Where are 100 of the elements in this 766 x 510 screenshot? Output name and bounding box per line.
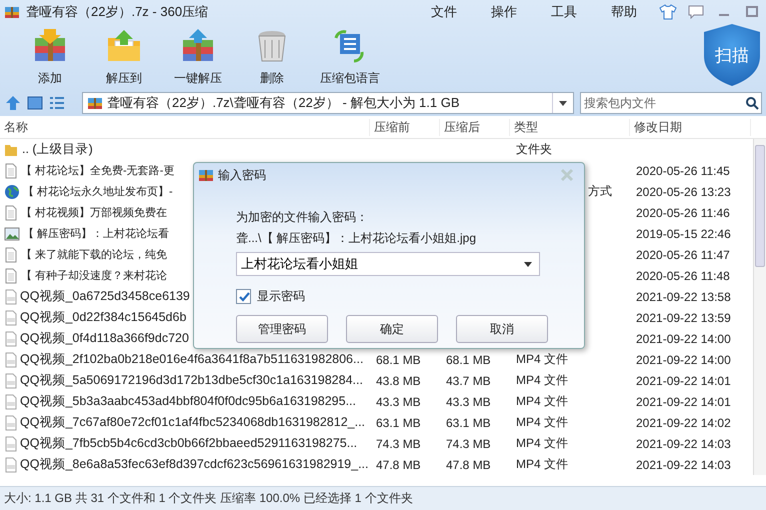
table-cell-text: 2021-09-22 14:03 [635,458,732,472]
file-name[interactable]: QQ视频_5b3a3aabc453ad4bbf804f0f0dc95b6a163198295... [20,393,356,410]
document-icon [4,162,18,178]
table-cell-text: 2021-09-22 14:00 [635,352,732,366]
table-cell-text: 2020-05-26 11:46 [635,206,731,220]
file-name[interactable]: QQ视频_0d22f384c15645d6b [20,309,186,326]
video-file-icon [4,456,18,472]
file-name[interactable]: 【 村花论坛永久地址发布页】- [23,184,173,199]
file-name[interactable]: QQ视频_2f102ba0b218e016e4f6a3641f8a7b511631982806... [20,351,364,368]
folder-icon [4,142,18,156]
video-file-icon [4,394,18,410]
up-arrow-icon[interactable] [4,94,22,112]
file-name[interactable]: 【 来了就能下载的论坛，纯免 [21,247,168,262]
file-name[interactable]: QQ视频_7fb5cb5b4c6cd3cb0b66f2bbaeed5291163198275... [20,435,358,452]
scrollbar[interactable] [753,139,766,475]
table-cell-text: 2020-05-26 11:45 [635,164,731,178]
dialog-button[interactable]: 管理密码 [236,315,328,343]
window-title: 聋哑有容（22岁）.7z - 360压缩 [26,3,208,21]
file-name[interactable]: QQ视频_8e6a8a53fec63ef8d397cdcf623c56961631982919_... [20,456,369,473]
file-name[interactable]: QQ视频_5a5069172196d3d172b13dbe5cf30c1a163198284... [20,372,363,389]
list-view-icon[interactable] [48,94,66,112]
menu-item[interactable]: 文件 [414,3,474,21]
file-name[interactable]: 【 村花论坛】全免费-无套路-更 [21,163,174,178]
scan-button[interactable]: 扫描 [704,24,760,86]
caret-icon [559,100,567,106]
table-cell-text: MP4 文件 [515,414,570,431]
archive-add-icon [32,28,68,64]
path-combobox[interactable]: 聋哑有容（22岁）.7z\聋哑有容（22岁） - 解包大小为 1.1 GB [82,92,574,114]
table-cell-text: MP4 文件 [515,372,570,389]
toolbar-button[interactable]: 添加 [18,24,82,88]
menu-item[interactable]: 帮助 [594,3,654,21]
video-file-icon [4,310,18,326]
table-cell-text: 2019-05-15 22:46 [635,226,732,240]
column-header[interactable]: 名称 [0,118,370,136]
video-file-icon [4,352,18,368]
column-header[interactable]: 压缩后 [440,118,510,136]
table-cell-text: 63.1 MB [445,416,492,430]
table-cell-text: 74.3 MB [375,436,422,450]
video-file-icon [4,436,18,452]
file-name[interactable]: 【 解压密码】：上村花论坛看 [23,226,170,241]
table-cell-text: 2021-09-22 13:59 [635,310,732,324]
table-cell-text: 47.8 MB [375,458,422,472]
menu-item[interactable]: 操作 [474,3,534,21]
dialog-button[interactable]: 取消 [456,315,548,343]
toolbar-button[interactable]: 删除 [240,24,304,88]
archive-icon [87,95,103,111]
toolbar-button[interactable]: 解压到 [92,24,156,88]
table-cell-text: MP4 文件 [515,351,570,368]
password-field[interactable]: 上村花论坛看小姐姐 [236,252,540,276]
toolbar-button[interactable]: 压缩包语言 [314,24,386,88]
column-header[interactable]: 类型 [510,118,630,136]
table-cell-text: 2021-09-22 14:01 [635,374,732,388]
column-header[interactable]: 修改日期 [630,118,751,136]
table-cell-text: 74.3 MB [445,436,492,450]
table-cell-text: 68.1 MB [375,352,422,366]
table-cell-text: 2020-05-26 11:47 [635,248,731,262]
document-icon [4,268,18,284]
table-cell-text: MP4 文件 [515,393,570,410]
table-cell-text: 2021-09-22 14:00 [635,332,732,346]
file-path-text: 聋...\【 解压密码】：上村花论坛看小姐姐.jpg [236,230,478,247]
file-name[interactable]: .. (上级目录) [22,141,93,158]
video-file-icon [4,414,18,430]
file-name[interactable]: QQ视频_0a6725d3458ce6139 [20,288,190,305]
column-header[interactable]: 压缩前 [370,118,440,136]
folder-icon [106,28,142,64]
globe-icon [4,184,20,200]
table-cell-text: 47.8 MB [445,458,492,472]
document-icon [4,246,18,262]
toolbar-button[interactable]: 一键解压 [166,24,230,88]
status-bar: 大小: 1.1 GB 共 31 个文件和 1 个文件夹 压缩率 100.0% 已经选择 1 个文件夹 [0,486,766,510]
thumbnail-view-icon[interactable] [26,94,44,112]
dialog-button[interactable]: 确定 [346,315,438,343]
search-field[interactable]: 搜索包内文件 [580,92,762,114]
file-name[interactable]: 【 有种子却没速度？来村花论 [21,268,168,283]
table-cell-text: 2021-09-22 14:01 [635,394,732,408]
table-cell-text: 2021-09-22 14:03 [635,436,732,450]
caret-icon[interactable] [524,262,532,267]
table-cell-text: 2021-09-22 13:58 [635,290,732,304]
search-icon [745,96,759,110]
table-cell-text: 68.1 MB [445,352,492,366]
file-name[interactable]: QQ视频_0f4d118a366f9dc720 [20,330,189,347]
video-file-icon [4,288,18,304]
video-file-icon [4,330,18,346]
checkbox[interactable] [236,289,251,304]
document-icon [4,204,18,220]
archive-extract-icon [180,28,216,64]
table-cell-text: 43.3 MB [375,394,422,408]
image-icon [4,226,20,240]
file-name[interactable]: QQ视频_7c67af80e72cf01c1af4fbc5234068db1631982812_... [20,414,366,431]
table-cell-text: MP4 文件 [515,435,570,452]
checkbox-label[interactable]: 显示密码 [257,288,305,305]
file-name[interactable]: 【 村花视频】万部视频免费在 [21,205,168,220]
table-cell-text: 2020-05-26 11:48 [635,268,731,282]
menu-item[interactable]: 工具 [534,3,594,21]
archive-icon [4,4,20,20]
table-cell-text: 2021-09-22 14:02 [635,416,732,430]
archive-icon [198,167,214,183]
dialog-title: 输入密码 [218,166,266,184]
video-file-icon [4,372,18,388]
table-cell-text: 方式 [587,183,613,200]
